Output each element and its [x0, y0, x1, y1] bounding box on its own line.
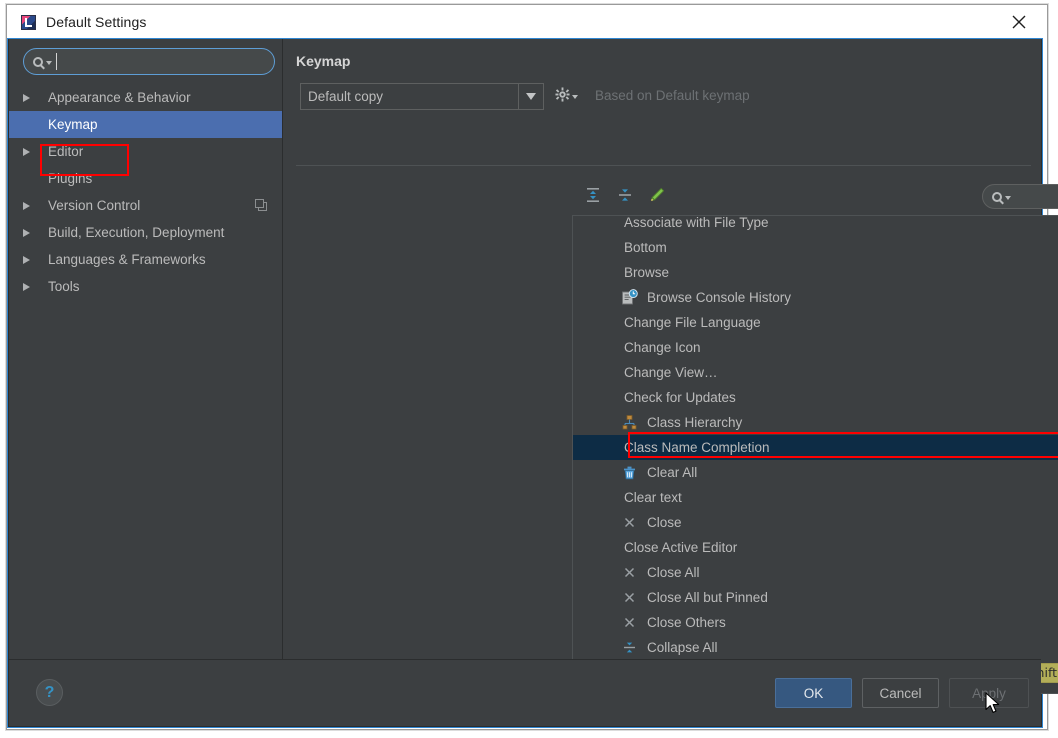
chevron-right-icon[interactable]	[23, 202, 39, 210]
expand-all-icon[interactable]	[579, 181, 607, 209]
keymap-dropdown-value: Default copy	[301, 89, 518, 104]
keymap-search-input[interactable]	[1016, 189, 1058, 204]
action-label: Class Name Completion	[624, 440, 770, 455]
intellij-idea-icon	[20, 14, 37, 31]
list-item[interactable]: Collapse All Ctrl+NumPad - Ctrl+减号	[573, 635, 1058, 660]
action-label: Close All but Pinned	[624, 590, 768, 605]
ok-button[interactable]: OK	[775, 678, 852, 708]
list-item[interactable]: Close All	[573, 560, 1058, 585]
chevron-right-icon[interactable]	[23, 148, 39, 156]
list-item[interactable]: Close Active Editor	[573, 535, 1058, 560]
sidebar-item-tools[interactable]: Tools	[9, 273, 282, 300]
action-label: Bottom	[624, 240, 667, 255]
action-label: Clear text	[624, 490, 682, 505]
action-label: Collapse All	[624, 640, 718, 655]
sidebar-item-version-control[interactable]: Version Control	[9, 192, 282, 219]
gear-icon[interactable]	[555, 87, 578, 102]
list-item[interactable]: Change Icon	[573, 335, 1058, 360]
keymap-panel: Keymap Default copy	[283, 39, 1041, 659]
sidebar-item-plugins[interactable]: Plugins	[9, 165, 282, 192]
window-title: Default Settings	[46, 14, 146, 30]
sidebar-item-appearance-behavior[interactable]: Appearance & Behavior	[9, 84, 282, 111]
list-item[interactable]: Clear All	[573, 460, 1058, 485]
list-item[interactable]: Class Hierarchy	[573, 410, 1058, 435]
search-input[interactable]	[58, 49, 274, 74]
search-icon	[992, 192, 1011, 202]
page-title: Keymap	[296, 53, 350, 69]
title-bar: Default Settings	[7, 5, 1047, 39]
action-label: Browse	[624, 265, 669, 280]
chevron-right-icon[interactable]	[23, 256, 39, 264]
collapse-all-icon	[621, 639, 638, 656]
list-item[interactable]: Associate with File Type	[573, 215, 1058, 235]
keymap-action-list-inner: Associate with File Type Bottom Browse E…	[573, 215, 1058, 685]
close-x-icon	[621, 589, 638, 606]
action-label: Associate with File Type	[624, 215, 769, 230]
sidebar-item-label: Languages & Frameworks	[48, 252, 206, 267]
list-item[interactable]: Change File Language	[573, 310, 1058, 335]
collapse-all-icon[interactable]	[611, 181, 639, 209]
search-icon	[33, 57, 52, 67]
sidebar-item-label: Plugins	[48, 171, 92, 186]
action-label: Close Others	[624, 615, 726, 630]
list-item[interactable]: Bottom	[573, 235, 1058, 260]
list-item[interactable]: Browse Enter	[573, 260, 1058, 285]
chevron-right-icon[interactable]	[23, 283, 39, 291]
keymap-action-list[interactable]: Associate with File Type Bottom Browse E…	[572, 215, 1058, 694]
settings-dialog: Default Settings Appearance & Behavior	[6, 4, 1048, 730]
console-history-icon	[621, 289, 638, 306]
keymap-search-box[interactable]	[982, 184, 1058, 209]
sidebar-item-label: Tools	[48, 279, 80, 294]
settings-sidebar: Appearance & Behavior Keymap Editor Plug…	[9, 39, 283, 659]
close-icon[interactable]	[991, 5, 1047, 39]
dialog-footer: ? OK Cancel Apply	[9, 659, 1041, 725]
list-item[interactable]: Browse Console History Ctrl+Alt+E	[573, 285, 1058, 310]
close-x-icon	[621, 564, 638, 581]
text-cursor	[56, 53, 57, 70]
action-label: Class Hierarchy	[624, 415, 742, 430]
divider	[296, 165, 1031, 166]
class-hierarchy-icon	[621, 414, 638, 431]
sidebar-item-label: Editor	[48, 144, 83, 159]
sidebar-item-languages-frameworks[interactable]: Languages & Frameworks	[9, 246, 282, 273]
settings-tree: Appearance & Behavior Keymap Editor Plug…	[9, 84, 282, 300]
action-label: Change Icon	[624, 340, 701, 355]
cancel-button[interactable]: Cancel	[862, 678, 939, 708]
help-button[interactable]: ?	[36, 679, 63, 706]
trash-icon	[621, 464, 638, 481]
action-label: Change View…	[624, 365, 718, 380]
close-x-icon	[621, 514, 638, 531]
sidebar-item-label: Version Control	[48, 198, 140, 213]
chevron-down-icon[interactable]	[518, 84, 543, 109]
list-item-selected[interactable]: Class Name Completion Alt+斜杠	[573, 435, 1058, 460]
based-on-label: Based on Default keymap	[595, 88, 750, 103]
close-x-icon	[621, 614, 638, 631]
sidebar-item-editor[interactable]: Editor	[9, 138, 282, 165]
sidebar-item-keymap[interactable]: Keymap	[9, 111, 282, 138]
apply-button[interactable]: Apply	[949, 678, 1029, 708]
sidebar-item-label: Appearance & Behavior	[48, 90, 191, 105]
list-item[interactable]: Clear text	[573, 485, 1058, 510]
sidebar-item-build-execution-deployment[interactable]: Build, Execution, Deployment	[9, 219, 282, 246]
copy-icon	[255, 199, 268, 212]
sidebar-search-box[interactable]	[23, 48, 275, 75]
action-label: Close Active Editor	[624, 540, 737, 555]
settings-body: Appearance & Behavior Keymap Editor Plug…	[8, 39, 1042, 727]
chevron-right-icon[interactable]	[23, 94, 39, 102]
sidebar-item-label: Build, Execution, Deployment	[48, 225, 224, 240]
action-label: Check for Updates	[624, 390, 736, 405]
keymap-toolbar	[283, 179, 1041, 215]
list-item[interactable]: Close Others	[573, 610, 1058, 635]
sidebar-item-label: Keymap	[48, 117, 98, 132]
chevron-right-icon[interactable]	[23, 229, 39, 237]
edit-pencil-icon[interactable]	[643, 181, 671, 209]
list-item[interactable]: Close All but Pinned	[573, 585, 1058, 610]
action-label: Change File Language	[624, 315, 761, 330]
action-label: Browse Console History	[624, 290, 791, 305]
list-item[interactable]: Change View… Alt+F1	[573, 360, 1058, 385]
keymap-dropdown[interactable]: Default copy	[300, 83, 544, 110]
list-item[interactable]: Check for Updates	[573, 385, 1058, 410]
list-item[interactable]: Close	[573, 510, 1058, 535]
